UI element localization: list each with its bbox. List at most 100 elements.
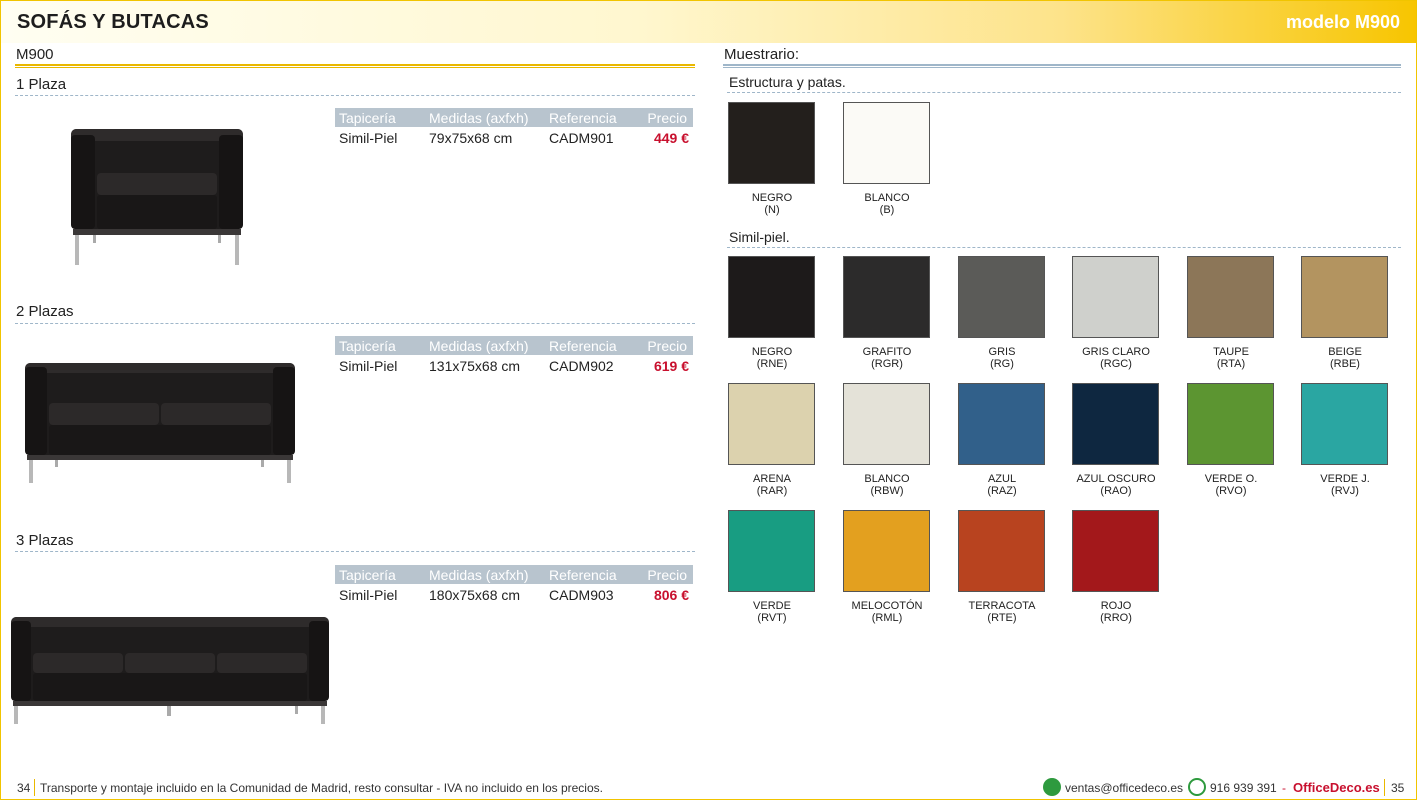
color-chip (728, 256, 815, 338)
swatch-azul-oscuro: AZUL OSCURO (RAO) (1072, 383, 1160, 497)
table-row: Simil-Piel 180x75x68 cm CADM903 806 € (335, 584, 693, 603)
col-header-referencia: Referencia (545, 336, 639, 355)
swatch-code: (RTA) (1216, 358, 1246, 370)
model-name: M900 (16, 46, 54, 63)
swatch-name: GRIS CLARO (1082, 346, 1150, 358)
upholstery-cell: Simil-Piel (339, 130, 398, 146)
color-chip (958, 383, 1045, 465)
swatch-code: (RVO) (1215, 485, 1247, 497)
swatch-code: (RNE) (756, 358, 788, 370)
reference-cell: CADM903 (549, 587, 614, 603)
col-header-precio: Precio (639, 108, 693, 127)
divider (15, 64, 695, 66)
col-header-tapiceria: Tapicería (335, 108, 425, 127)
color-chip (958, 256, 1045, 338)
dotted-divider (727, 247, 1401, 248)
spec-table-1-plaza: Tapicería Medidas (axfxh) Referencia Pre… (335, 108, 693, 146)
swatch-name: AZUL OSCURO (1076, 473, 1156, 485)
swatch-code: (RTE) (987, 612, 1017, 624)
swatch-negro: NEGRO (N) (728, 102, 816, 216)
swatch-rojo: ROJO (RRO) (1072, 510, 1160, 624)
divider (723, 64, 1401, 66)
swatch-taupe: TAUPE (RTA) (1187, 256, 1275, 370)
col-header-medidas: Medidas (axfxh) (425, 336, 545, 355)
divider (1384, 779, 1385, 796)
col-header-tapiceria: Tapicería (335, 336, 425, 355)
color-chip (1301, 256, 1388, 338)
dotted-divider (727, 92, 1401, 93)
color-chip (1072, 510, 1159, 592)
email-link[interactable]: ventas@officedeco.es (1065, 781, 1183, 795)
swatch-code: (B) (879, 204, 895, 216)
divider (723, 67, 1401, 68)
swatch-melocot-n: MELOCOTÓN (RML) (843, 510, 931, 624)
footer-note: Transporte y montaje incluido en la Comu… (40, 781, 603, 795)
two-seat-sofa-image (25, 363, 295, 483)
swatch-verde-o-: VERDE O. (RVO) (1187, 383, 1275, 497)
swatch-name: MELOCOTÓN (851, 600, 923, 612)
section-1-plaza: 1 Plaza (16, 76, 67, 93)
swatch-code: (RAZ) (987, 485, 1017, 497)
color-chip (1072, 383, 1159, 465)
upholstery-cell: Simil-Piel (339, 587, 398, 603)
swatch-code: (RGR) (871, 358, 903, 370)
swatch-code: (RBE) (1330, 358, 1360, 370)
phone-number: 916 939 391 (1210, 781, 1277, 795)
header-bar: SOFÁS Y BUTACAS modelo M900 (1, 1, 1416, 43)
size-cell: 131x75x68 cm (429, 358, 521, 374)
swatch-section-title: Muestrario: (724, 46, 800, 63)
price-cell: 806 € (653, 587, 689, 603)
swatch-code: (RML) (871, 612, 903, 624)
col-header-referencia: Referencia (545, 108, 639, 127)
brand-link[interactable]: OfficeDeco.es (1293, 780, 1380, 795)
dotted-divider (15, 551, 695, 552)
divider (15, 67, 695, 68)
swatch-code: (RVJ) (1331, 485, 1359, 497)
color-chip (958, 510, 1045, 592)
dotted-divider (15, 95, 695, 96)
swatch-name: NEGRO (751, 346, 793, 358)
swatch-name: GRAFITO (862, 346, 912, 358)
table-row: Simil-Piel 131x75x68 cm CADM902 619 € (335, 355, 693, 374)
page-number-left: 34 (17, 781, 31, 795)
color-chip (1187, 256, 1274, 338)
swatch-gris-claro: GRIS CLARO (RGC) (1072, 256, 1160, 370)
simil-label: Simil-piel. (729, 229, 790, 245)
col-header-tapiceria: Tapicería (335, 565, 425, 584)
swatch-name: AZUL (987, 473, 1017, 485)
swatch-code: (RAR) (756, 485, 788, 497)
swatch-gris: GRIS (RG) (958, 256, 1046, 370)
section-2-plazas: 2 Plazas (16, 303, 74, 320)
three-seat-sofa-image (11, 617, 329, 724)
swatch-code: (RG) (990, 358, 1014, 370)
color-chip (728, 102, 815, 184)
swatch-name: TAUPE (1213, 346, 1249, 358)
swatch-terracota: TERRACOTA (RTE) (958, 510, 1046, 624)
color-chip (728, 510, 815, 592)
swatch-code: (RBW) (870, 485, 904, 497)
swatch-name: BLANCO (864, 192, 910, 204)
swatch-name: BLANCO (864, 473, 910, 485)
swatch-azul: AZUL (RAZ) (958, 383, 1046, 497)
swatch-grafito: GRAFITO (RGR) (843, 256, 931, 370)
color-chip (843, 383, 930, 465)
reference-cell: CADM901 (549, 130, 614, 146)
swatch-name: VERDE J. (1320, 473, 1370, 485)
swatch-verde: VERDE (RVT) (728, 510, 816, 624)
swatch-blanco: BLANCO (B) (843, 102, 931, 216)
swatch-arena: ARENA (RAR) (728, 383, 816, 497)
swatch-blanco: BLANCO (RBW) (843, 383, 931, 497)
page-number-right: 35 (1391, 781, 1405, 795)
swatch-name: ARENA (753, 473, 791, 485)
price-cell: 449 € (653, 130, 689, 146)
spec-table-2-plazas: Tapicería Medidas (axfxh) Referencia Pre… (335, 336, 693, 374)
size-cell: 79x75x68 cm (429, 130, 513, 146)
swatch-name: VERDE O. (1204, 473, 1258, 485)
swatch-name: GRIS (988, 346, 1016, 358)
reference-cell: CADM902 (549, 358, 614, 374)
swatch-code: (RVT) (757, 612, 787, 624)
swatch-code: (RRO) (1100, 612, 1132, 624)
spec-table-3-plazas: Tapicería Medidas (axfxh) Referencia Pre… (335, 565, 693, 603)
section-3-plazas: 3 Plazas (16, 532, 74, 549)
swatch-name: VERDE (753, 600, 791, 612)
